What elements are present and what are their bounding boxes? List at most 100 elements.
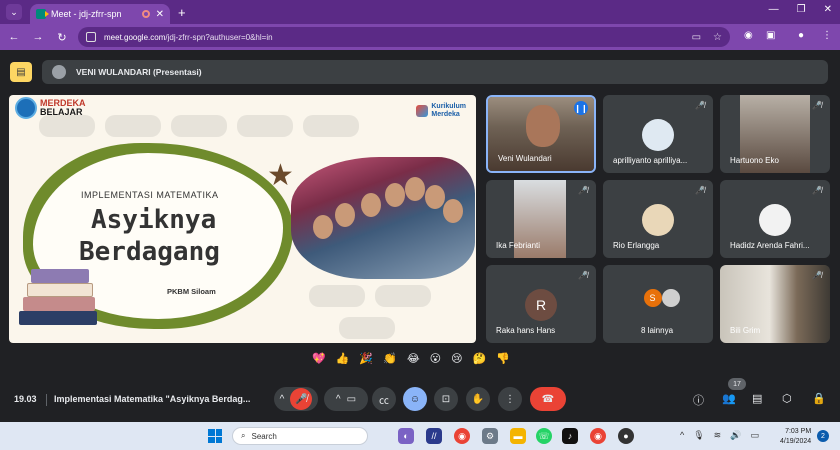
reaction-party[interactable]: 🎉 — [359, 352, 373, 365]
copilot-icon[interactable]: ◐ — [398, 428, 414, 444]
participant-name: Raka hans Hans — [496, 326, 556, 335]
notification-badge[interactable]: 2 — [817, 430, 829, 442]
end-call-button[interactable]: ☎ — [530, 387, 566, 411]
back-icon[interactable]: ← — [4, 31, 24, 43]
reaction-heart[interactable]: 💖 — [312, 352, 326, 365]
close-window-icon[interactable]: ✕ — [824, 4, 832, 15]
host-controls-icon[interactable]: 🔒 — [812, 392, 826, 405]
tray-chevron-icon[interactable]: ^ — [680, 430, 684, 441]
raise-hand-button[interactable]: ✋ — [466, 387, 490, 411]
tab-search-chevron-icon[interactable]: ⌄ — [6, 4, 22, 20]
reaction-surprised[interactable]: 😮 — [430, 352, 441, 365]
chrome-icon[interactable]: ◉ — [454, 428, 470, 444]
participant-tile-rio[interactable]: 🎤̸ Rio Erlangga — [603, 180, 713, 258]
books-illustration — [19, 265, 99, 329]
windows-start-icon[interactable] — [208, 429, 222, 443]
participant-tile-others[interactable]: S 8 lainnya — [603, 265, 713, 343]
site-info-icon[interactable] — [86, 32, 96, 42]
present-button[interactable]: ⊡ — [434, 387, 458, 411]
battery-icon[interactable]: ▭ — [750, 430, 759, 441]
camera-button[interactable]: ▭ — [347, 394, 356, 405]
people-count-badge: 17 — [728, 378, 746, 390]
reload-icon[interactable]: ↻ — [52, 31, 72, 44]
camera-options-chevron-icon[interactable]: ^ — [336, 394, 341, 405]
stop-presenting-icon[interactable]: ▤ — [10, 62, 32, 82]
recording-indicator-icon — [141, 10, 150, 18]
shared-slide: MERDEKA BELAJAR Kurikulum Merdeka IMPLEMEN… — [9, 95, 476, 343]
tiktok-icon[interactable]: ♪ — [562, 428, 578, 444]
participant-tile-veni[interactable]: ❙❙ Veni Wulandari — [486, 95, 596, 173]
settings-icon[interactable]: ⚙ — [482, 428, 498, 444]
browser-tab-meet[interactable]: Meet - jdj-zfrr-spn ✕ — [30, 4, 170, 24]
whatsapp-icon[interactable]: ☏ — [536, 428, 552, 444]
others-photo-avatar — [662, 289, 681, 307]
activities-icon[interactable]: ⬡ — [782, 392, 792, 405]
star-decoration-icon: ★ — [267, 159, 294, 192]
extensions-puzzle-icon[interactable]: ▣ — [766, 30, 775, 41]
reaction-laugh[interactable]: 😂 — [407, 352, 420, 365]
kurikulum-logo-icon — [416, 105, 429, 117]
reaction-clap[interactable]: 👏 — [383, 352, 397, 365]
slide-title-line2: Berdagang — [79, 237, 220, 267]
taskbar-clock[interactable]: 7:03 PM 4/19/2024 — [780, 427, 811, 447]
volume-icon[interactable]: 🔊 — [730, 430, 741, 441]
close-tab-icon[interactable]: ✕ — [156, 9, 164, 20]
more-options-button[interactable]: ⋮ — [498, 387, 522, 411]
file-explorer-icon[interactable]: ▬ — [510, 428, 526, 444]
meeting-controls: 19.03 Implementasi Matematika "Asyiknya … — [0, 378, 840, 422]
people-icon[interactable]: 👥 — [722, 392, 736, 405]
bookmark-star-icon[interactable]: ☆ — [713, 32, 722, 43]
app-slash-icon[interactable]: // — [426, 428, 442, 444]
restore-icon[interactable]: ❐ — [797, 4, 806, 15]
participant-avatar — [759, 204, 791, 236]
participant-tile-hadidz[interactable]: 🎤̸ Hadidz Arenda Fahri... — [720, 180, 830, 258]
participant-name: Veni Wulandari — [498, 154, 552, 163]
mic-off-icon: 🎤̸ — [812, 101, 822, 110]
tray-mic-icon[interactable]: 🎙 — [693, 430, 704, 441]
captions-button[interactable]: ㏄ — [372, 387, 396, 411]
reaction-thinking[interactable]: 🤔 — [473, 352, 487, 365]
mic-off-button[interactable]: 🎤̸ — [290, 388, 313, 410]
participant-tile-bili[interactable]: 🎤̸ Bili Grim — [720, 265, 830, 343]
url-bar[interactable]: meet.google.com /jdj-zfrr-spn?authuser=0… — [78, 27, 730, 47]
participant-tile-aprilliyanto[interactable]: 🎤̸ aprilliyanto aprilliya... — [603, 95, 713, 173]
wifi-icon[interactable]: ≋ — [714, 430, 722, 441]
reaction-sad[interactable]: 😢 — [451, 352, 462, 365]
url-path: /jdj-zfrr-spn?authuser=0&hl=in — [165, 32, 273, 42]
mic-off-icon: 🎤̸ — [812, 271, 822, 280]
minimize-icon[interactable]: — — [769, 4, 779, 15]
mic-off-icon: 🎤̸ — [578, 186, 588, 195]
forward-icon[interactable]: → — [28, 31, 48, 43]
clock-time: 7:03 PM — [785, 428, 812, 435]
participant-tile-raka[interactable]: R 🎤̸ Raka hans Hans — [486, 265, 596, 343]
mic-options-chevron-icon[interactable]: ^ — [280, 394, 285, 405]
mic-off-icon: 🎤̸ — [812, 186, 822, 195]
new-tab-button[interactable]: + — [178, 5, 186, 20]
participant-name: Rio Erlangga — [613, 241, 660, 250]
participant-initial-avatar: R — [525, 289, 557, 321]
chat-icon[interactable]: ▤ — [752, 392, 762, 405]
camera-control-group: ^ ▭ — [324, 387, 368, 411]
meeting-info-icon[interactable]: ⓘ — [693, 392, 704, 408]
reaction-thumbs-up[interactable]: 👍 — [336, 352, 350, 365]
browser-menu-icon[interactable]: ⋮ — [822, 30, 832, 41]
participant-name: Hadidz Arenda Fahri... — [730, 241, 810, 250]
participant-name: Ika Febrianti — [496, 241, 541, 250]
window-controls: — ❐ ✕ — [769, 4, 832, 15]
chrome-active-icon[interactable]: ◉ — [590, 428, 606, 444]
participant-tile-hartuono[interactable]: 🎤̸ Hartuono Eko — [720, 95, 830, 173]
profile-avatar-icon[interactable]: ● — [798, 30, 804, 41]
search-icon: ⌕ — [241, 431, 246, 440]
extension-icon[interactable]: ◉ — [744, 30, 753, 41]
reactions-button[interactable]: ☺ — [403, 387, 427, 411]
presenter-avatar — [52, 65, 66, 79]
tab-title: Meet - jdj-zfrr-spn — [51, 9, 122, 19]
app-badge-icon[interactable]: ● — [618, 428, 634, 444]
reaction-thumbs-down[interactable]: 👎 — [496, 352, 510, 365]
taskbar-search[interactable]: ⌕ Search — [232, 427, 368, 445]
mic-control-group: ^ 🎤̸ — [274, 387, 318, 411]
camera-in-use-icon[interactable]: ▭ — [692, 32, 701, 43]
slide-title-line1: Asyiknya — [91, 205, 217, 235]
participant-tile-ika[interactable]: 🎤̸ Ika Febrianti — [486, 180, 596, 258]
participant-avatar — [642, 204, 674, 236]
